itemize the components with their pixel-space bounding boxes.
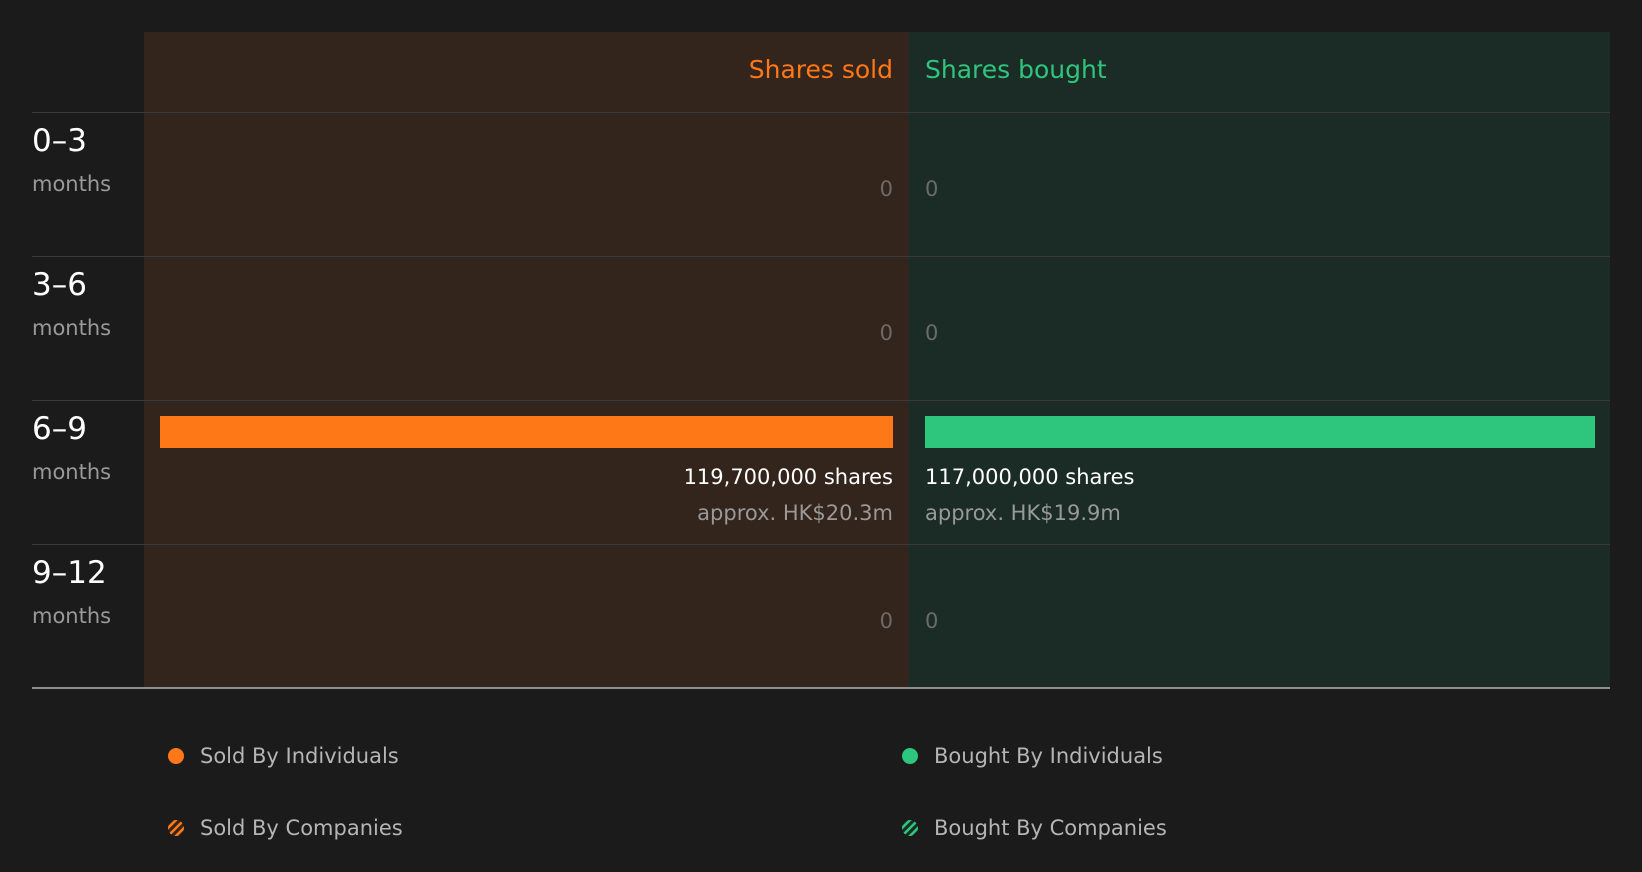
bought-value-label: 0 (925, 609, 939, 633)
period-label: 3–6 (32, 267, 87, 303)
bought-value-label: 0 (925, 177, 939, 201)
legend-bought-companies: Bought By Companies (902, 814, 1167, 842)
sold-approx-label: approx. HK$20.3m (697, 501, 893, 525)
period-unit-label: months (32, 316, 112, 340)
legend-sold-companies: Sold By Companies (168, 814, 403, 842)
legend-label: Sold By Companies (200, 816, 403, 840)
sold-bar (160, 416, 893, 448)
legend-label: Sold By Individuals (200, 744, 399, 768)
baseline-axis (32, 687, 1610, 689)
period-label: 0–3 (32, 123, 87, 159)
bought-shares-label: 117,000,000 shares (925, 465, 1135, 489)
bought-value-label: 0 (925, 321, 939, 345)
legend-sold-individuals: Sold By Individuals (168, 742, 399, 770)
solid-dot-icon (168, 748, 184, 764)
sold-value-label: 0 (879, 321, 893, 345)
row-divider (32, 112, 1610, 113)
bought-approx-label: approx. HK$19.9m (925, 501, 1121, 525)
sold-panel (144, 32, 909, 688)
sold-value-label: 0 (879, 177, 893, 201)
sold-header: Shares sold (748, 55, 893, 84)
row-divider (32, 256, 1610, 257)
period-label: 9–12 (32, 555, 107, 591)
period-label: 6–9 (32, 411, 87, 447)
legend-label: Bought By Individuals (934, 744, 1163, 768)
bought-header: Shares bought (925, 55, 1107, 84)
row-divider (32, 400, 1610, 401)
period-unit-label: months (32, 460, 112, 484)
bought-bar (925, 416, 1595, 448)
sold-value-label: 0 (879, 609, 893, 633)
period-unit-label: months (32, 604, 112, 628)
solid-dot-icon (902, 748, 918, 764)
row-divider (32, 544, 1610, 545)
bought-panel (909, 32, 1610, 688)
hatched-dot-icon (902, 820, 918, 836)
sold-shares-label: 119,700,000 shares (683, 465, 893, 489)
period-unit-label: months (32, 172, 112, 196)
legend-bought-individuals: Bought By Individuals (902, 742, 1163, 770)
legend-label: Bought By Companies (934, 816, 1167, 840)
hatched-dot-icon (168, 820, 184, 836)
